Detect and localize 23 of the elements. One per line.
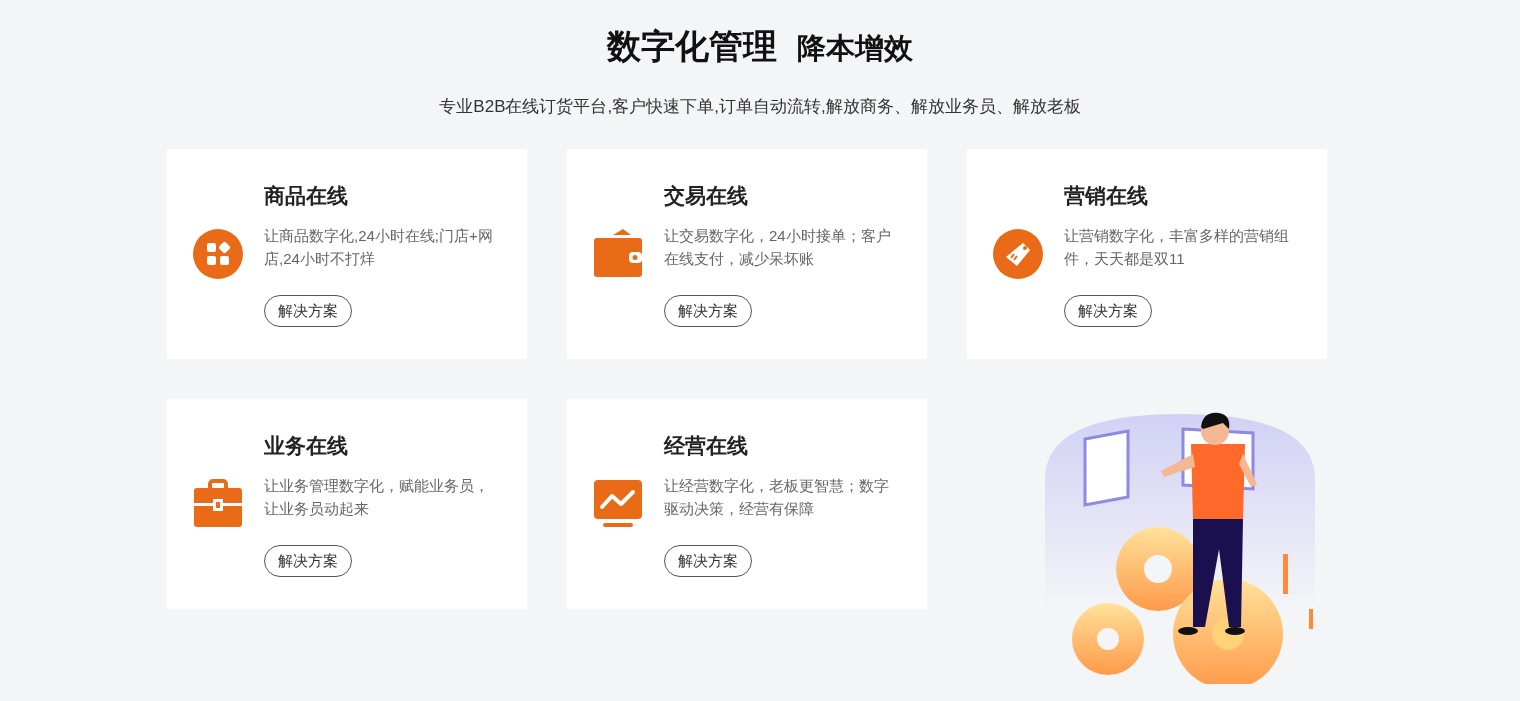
solution-button[interactable]: 解决方案 xyxy=(264,545,352,577)
briefcase-icon xyxy=(193,479,243,529)
card-description: 让商品数字化,24小时在线;门店+网店,24小时不打烊 xyxy=(264,226,494,269)
card-title: 营销在线 xyxy=(1064,183,1148,209)
card-description: 让业务管理数字化，赋能业务员，让业务员动起来 xyxy=(264,476,490,519)
card-description: 让交易数字化，24小时接单；客户在线支付，减少呆坏账 xyxy=(664,226,892,269)
solution-button[interactable]: 解决方案 xyxy=(664,295,752,327)
card-description: 让营销数字化，丰富多样的营销组件，天天都是双11 xyxy=(1064,226,1290,269)
price-tag-icon xyxy=(993,229,1043,279)
card-description: 让经营数字化，老板更智慧；数字驱动决策，经营有保障 xyxy=(664,476,890,519)
solution-button[interactable]: 解决方案 xyxy=(1064,295,1152,327)
card-title: 业务在线 xyxy=(264,433,348,459)
solution-button[interactable]: 解决方案 xyxy=(264,295,352,327)
section-title: 数字化管理 xyxy=(607,26,777,67)
card-title: 交易在线 xyxy=(664,183,748,209)
section-tagline: 降本增效 xyxy=(797,31,913,66)
widgets-icon xyxy=(193,229,243,279)
wallet-icon xyxy=(593,229,643,279)
card-title: 商品在线 xyxy=(264,183,348,209)
monitor-chart-icon xyxy=(593,479,643,529)
solution-button[interactable]: 解决方案 xyxy=(664,545,752,577)
card-title: 经营在线 xyxy=(664,433,748,459)
section-subtitle: 专业B2B在线订货平台,客户快速下单,订单自动流转,解放商务、解放业务员、解放老板 xyxy=(439,96,1081,118)
